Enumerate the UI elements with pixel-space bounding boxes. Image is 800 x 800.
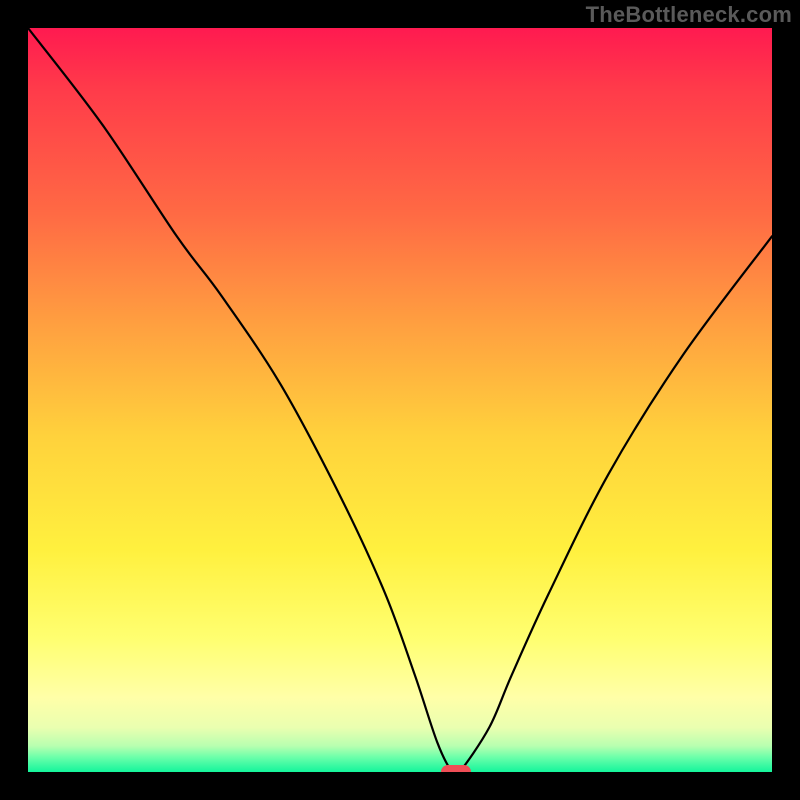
plot-area: [28, 28, 772, 772]
bottleneck-curve: [28, 28, 772, 772]
watermark-text: TheBottleneck.com: [586, 2, 792, 28]
chart-frame: TheBottleneck.com: [0, 0, 800, 800]
optimum-marker: [441, 765, 471, 772]
